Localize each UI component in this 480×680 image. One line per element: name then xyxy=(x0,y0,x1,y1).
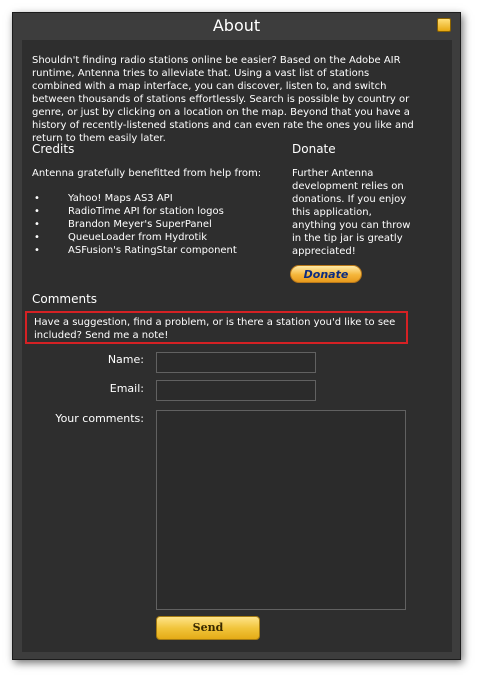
credit-label: RadioTime API for station logos xyxy=(68,206,224,217)
list-item: • ASFusion's RatingStar component xyxy=(34,244,237,257)
donate-heading: Donate xyxy=(292,142,336,156)
credits-heading: Credits xyxy=(32,142,75,156)
bullet-icon: • xyxy=(34,245,40,256)
send-button[interactable]: Send xyxy=(156,616,260,640)
credit-label: Brandon Meyer's SuperPanel xyxy=(68,219,212,230)
name-field[interactable] xyxy=(156,352,316,373)
content-panel: Shouldn't finding radio stations online … xyxy=(22,40,452,652)
credits-list: • Yahoo! Maps AS3 API • RadioTime API for … xyxy=(34,192,237,257)
bullet-icon: • xyxy=(34,193,40,204)
email-label: Email: xyxy=(109,382,144,395)
list-item: • Brandon Meyer's SuperPanel xyxy=(34,218,237,231)
comments-label: Your comments: xyxy=(55,412,144,425)
donate-text: Further Antenna development relies on do… xyxy=(292,168,411,257)
title-bar[interactable]: About xyxy=(13,13,460,39)
about-window: About Shouldn't finding radio stations o… xyxy=(12,12,461,660)
list-item: • RadioTime API for station logos xyxy=(34,205,237,218)
bullet-icon: • xyxy=(34,232,40,243)
close-icon[interactable] xyxy=(437,18,451,32)
donate-button[interactable]: Donate xyxy=(290,265,362,283)
comments-textarea[interactable] xyxy=(156,410,406,610)
comments-heading: Comments xyxy=(32,292,98,306)
bullet-icon: • xyxy=(34,206,40,217)
name-label: Name: xyxy=(107,353,144,366)
suggestion-text: Have a suggestion, find a problem, or is… xyxy=(34,317,396,341)
credit-label: ASFusion's RatingStar component xyxy=(68,245,237,256)
window-title: About xyxy=(212,16,261,35)
suggestion-prompt: Have a suggestion, find a problem, or is… xyxy=(25,311,408,344)
credits-intro: Antenna gratefully benefitted from help … xyxy=(32,168,262,179)
intro-paragraph: Shouldn't finding radio stations online … xyxy=(32,55,414,144)
credit-label: QueueLoader from Hydrotik xyxy=(68,232,208,243)
list-item: • QueueLoader from Hydrotik xyxy=(34,231,237,244)
email-field[interactable] xyxy=(156,380,316,401)
bullet-icon: • xyxy=(34,219,40,230)
credit-label: Yahoo! Maps AS3 API xyxy=(68,193,173,204)
list-item: • Yahoo! Maps AS3 API xyxy=(34,192,237,205)
